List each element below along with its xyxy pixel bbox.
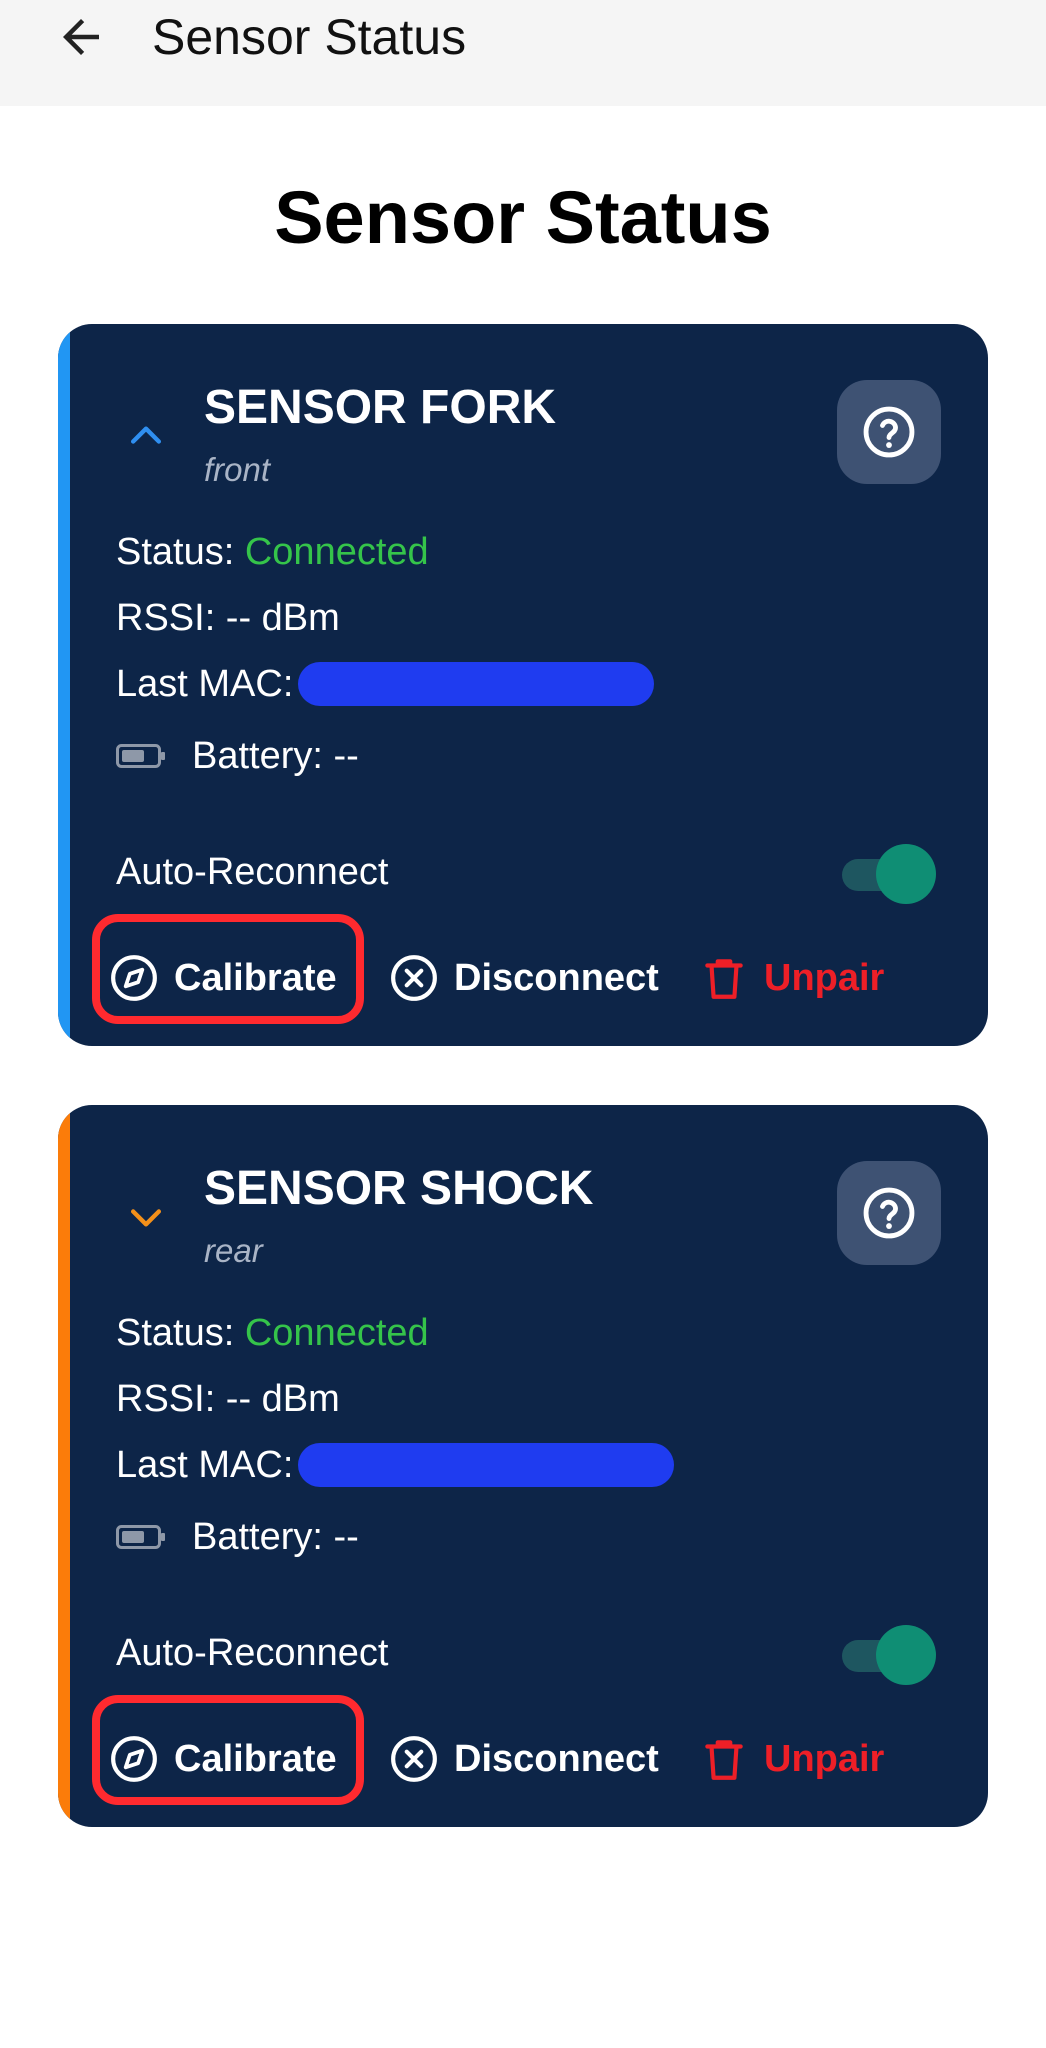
sensor-position: front [204, 451, 271, 488]
help-button[interactable] [837, 1161, 941, 1265]
card-accent-bar [58, 1105, 70, 1827]
mac-redaction [298, 1443, 674, 1487]
rssi-line: RSSI: -- dBm [116, 597, 340, 639]
expand-button[interactable] [114, 1185, 178, 1249]
auto-reconnect-toggle[interactable] [836, 844, 936, 904]
battery-icon [116, 744, 165, 768]
arrow-back-icon [63, 19, 99, 55]
sensor-name: SENSOR FORK [204, 381, 557, 434]
unpair-button[interactable]: Unpair [698, 936, 884, 1020]
battery-line: Battery: -- [192, 735, 359, 777]
disconnect-label: Disconnect [454, 1737, 659, 1780]
unpair-button[interactable]: Unpair [698, 1717, 884, 1801]
status-label: Status: [116, 531, 235, 573]
disconnect-label: Disconnect [454, 956, 659, 999]
sensor-card-fork: SENSOR FORK front Status: Connected RSSI… [58, 324, 988, 1046]
chevron-down-icon [130, 1209, 162, 1227]
sensor-name: SENSOR SHOCK [204, 1162, 594, 1215]
card-accent-bar [58, 324, 70, 1046]
trash-icon [698, 1733, 750, 1785]
sensor-position: rear [204, 1232, 263, 1269]
status-line: Status: Connected [116, 528, 429, 576]
mac-redaction [298, 662, 654, 706]
page-title: Sensor Status [274, 176, 772, 259]
cancel-circle-icon [388, 1733, 440, 1785]
rssi-line: RSSI: -- dBm [116, 1378, 340, 1420]
chevron-up-icon [130, 426, 162, 444]
status-value: Connected [244, 531, 429, 573]
cancel-circle-icon [388, 952, 440, 1004]
calibrate-highlight [92, 914, 364, 1024]
mac-label: Last MAC: [116, 663, 294, 705]
unpair-label: Unpair [764, 1737, 885, 1780]
app-bar-title: Sensor Status [152, 9, 467, 65]
back-button[interactable] [48, 4, 114, 70]
help-button[interactable] [837, 380, 941, 484]
auto-reconnect-toggle[interactable] [836, 1625, 936, 1685]
disconnect-button[interactable]: Disconnect [388, 936, 659, 1020]
unpair-label: Unpair [764, 956, 885, 999]
calibrate-highlight [92, 1695, 364, 1805]
toggle-thumb [876, 1625, 936, 1685]
toggle-thumb [876, 844, 936, 904]
battery-icon [116, 1525, 165, 1549]
auto-reconnect-label: Auto-Reconnect [116, 851, 389, 893]
app-bar: Sensor Status [0, 0, 1046, 106]
sensor-card-shock: SENSOR SHOCK rear Status: Connected RSSI… [58, 1105, 988, 1827]
status-label: Status: [116, 1312, 235, 1354]
mac-label: Last MAC: [116, 1444, 294, 1486]
battery-line: Battery: -- [192, 1516, 359, 1558]
help-icon [863, 406, 915, 458]
disconnect-button[interactable]: Disconnect [388, 1717, 659, 1801]
auto-reconnect-label: Auto-Reconnect [116, 1632, 389, 1674]
trash-icon [698, 952, 750, 1004]
help-icon [863, 1187, 915, 1239]
mac-line: Last MAC: [116, 1441, 293, 1489]
status-line: Status: Connected [116, 1309, 429, 1357]
mac-line: Last MAC: [116, 660, 293, 708]
status-value: Connected [244, 1312, 429, 1354]
collapse-button[interactable] [114, 404, 178, 468]
